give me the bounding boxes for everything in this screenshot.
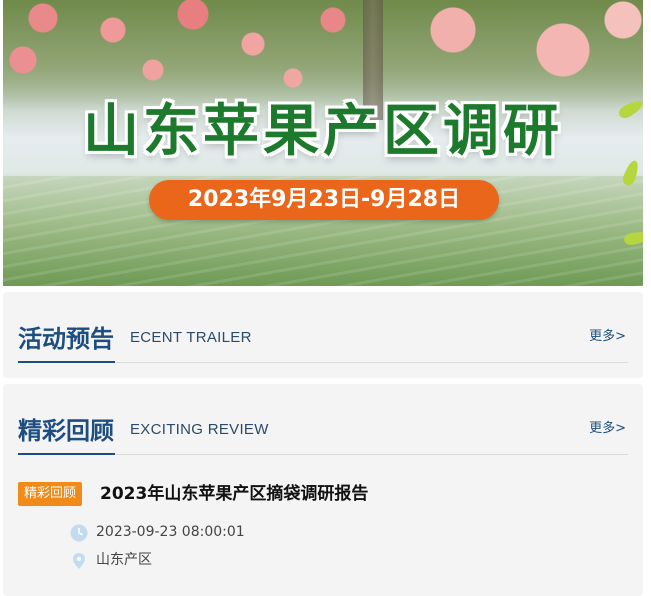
item-title-link[interactable]: 2023年山东苹果产区摘袋调研报告 (100, 482, 368, 506)
banner-title: 山东苹果产区调研 (83, 99, 563, 164)
banner-date-range: 2023年9月23日-9月28日 (149, 180, 499, 220)
section-subtitle: ECENT TRAILER (130, 329, 252, 346)
section-title: 精彩回顾 (18, 409, 115, 455)
section-header: 活动预告 ECENT TRAILER 更多> (18, 292, 628, 363)
more-link[interactable]: 更多> (589, 325, 626, 344)
category-tag: 精彩回顾 (18, 482, 83, 506)
location-pin-icon (73, 553, 85, 569)
section-title: 活动预告 (18, 317, 115, 363)
more-link[interactable]: 更多> (589, 417, 626, 436)
section-header: 精彩回顾 EXCITING REVIEW 更多> (18, 384, 628, 455)
activity-preview-section: 活动预告 ECENT TRAILER 更多> (3, 292, 643, 378)
event-banner[interactable]: 山东苹果产区调研 2023年9月23日-9月28日 (3, 0, 643, 286)
section-subtitle: EXCITING REVIEW (130, 421, 269, 438)
clock-icon (70, 524, 88, 542)
item-location-text: 山东产区 (96, 552, 152, 568)
item-time-text: 2023-09-23 08:00:01 (96, 524, 245, 540)
exciting-review-section: 精彩回顾 EXCITING REVIEW 更多> 精彩回顾 2023年山东苹果产… (3, 384, 643, 596)
